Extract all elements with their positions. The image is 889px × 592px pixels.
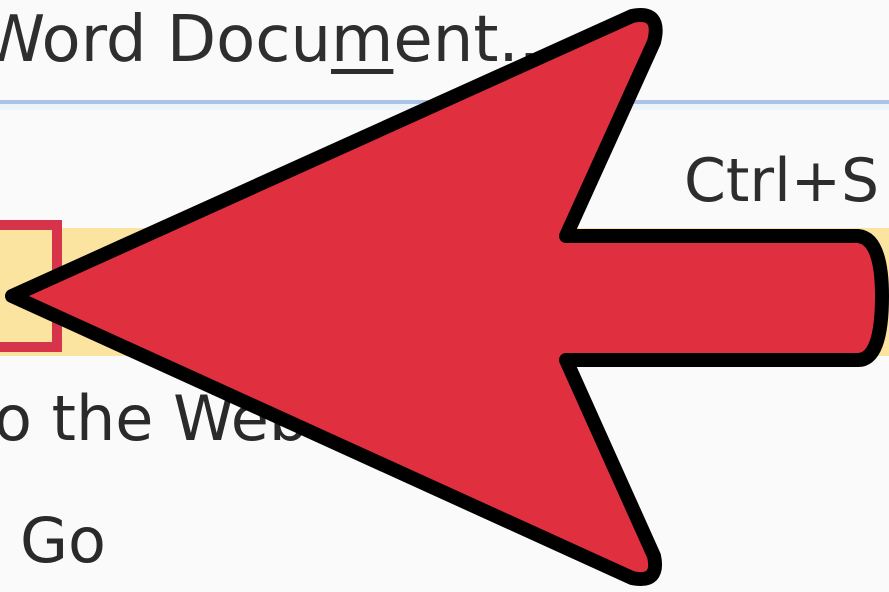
pointer-arrow-icon [5, 8, 889, 586]
arrow-shape [5, 8, 889, 586]
